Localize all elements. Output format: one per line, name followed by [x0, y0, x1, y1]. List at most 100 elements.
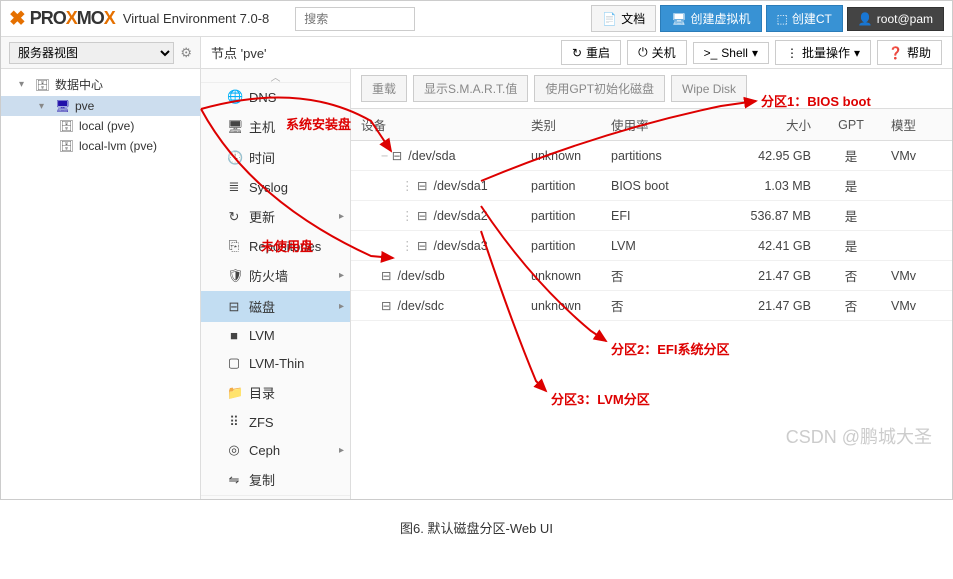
- nav-label: Repositories: [249, 239, 321, 254]
- cell-size: 21.47 GB: [691, 261, 821, 291]
- bulk-button[interactable]: ⋮ 批量操作 ▾: [775, 40, 871, 65]
- collapse-handle[interactable]: ︿: [201, 69, 350, 83]
- cell-usage: BIOS boot: [601, 171, 691, 201]
- create-ct-button[interactable]: ⬚ 创建CT: [766, 5, 843, 32]
- cell-gpt: 是: [821, 231, 881, 261]
- col-usage[interactable]: 使用率: [601, 109, 691, 141]
- nav-item-updates[interactable]: ↻更新▸: [201, 201, 350, 232]
- wipe-disk-button[interactable]: Wipe Disk: [671, 75, 747, 102]
- disk-icon: ⊟: [381, 299, 391, 313]
- docs-button[interactable]: 📄 文档: [591, 5, 656, 32]
- disk-row[interactable]: ⊟/dev/sdc unknown 否 21.47 GB 否 VMv: [351, 291, 952, 321]
- collapse-handle-bottom[interactable]: ﹀: [201, 495, 350, 499]
- chevron-icon: ▸: [339, 211, 344, 222]
- tree-storage-local[interactable]: 🗄 local (pve): [1, 116, 200, 136]
- cell-type: partition: [521, 171, 601, 201]
- disk-row[interactable]: ⊟/dev/sdb unknown 否 21.47 GB 否 VMv: [351, 261, 952, 291]
- node-label: pve: [75, 99, 94, 113]
- nav-item-hosts[interactable]: 🖥主机: [201, 111, 350, 142]
- dns-icon: 🌐: [227, 89, 241, 105]
- tree-line: ⋮: [401, 179, 417, 193]
- tree-storage-local-lvm[interactable]: 🗄local-lvm (pve): [1, 136, 200, 156]
- nav-label: 磁盘: [249, 297, 275, 316]
- col-model[interactable]: 模型: [881, 109, 952, 141]
- lvm-thin-icon: ▢: [227, 355, 241, 371]
- create-ct-label: 创建CT: [792, 10, 832, 27]
- cell-usage: LVM: [601, 231, 691, 261]
- cell-model: VMv: [881, 261, 952, 291]
- restart-button[interactable]: ↻ 重启: [561, 40, 621, 65]
- ceph-icon: ◎: [227, 442, 241, 458]
- col-device[interactable]: 设备: [351, 109, 521, 141]
- local-label: local (pve): [79, 119, 134, 133]
- search-input[interactable]: [295, 7, 415, 31]
- disk-row[interactable]: − ⊟/dev/sda unknown partitions 42.95 GB …: [351, 141, 952, 171]
- nav-item-lvm-thin[interactable]: ▢LVM-Thin: [201, 349, 350, 377]
- cell-type: unknown: [521, 261, 601, 291]
- create-vm-button[interactable]: 🖥 创建虚拟机: [660, 5, 761, 32]
- col-size[interactable]: 大小: [691, 109, 821, 141]
- nav-item-dns[interactable]: 🌐 DNS: [201, 83, 350, 111]
- tree-node-pve[interactable]: ▾🖥pve: [1, 96, 200, 116]
- nav-item-syslog[interactable]: ≣Syslog: [201, 173, 350, 201]
- firewall-icon: 🛡: [227, 268, 241, 284]
- toolbar-row: 服务器视图 ⚙ 节点 'pve' ↻ 重启 ⏻ 关机 >_ Shell ▾ ⋮ …: [1, 37, 952, 69]
- view-dropdown[interactable]: 服务器视图: [9, 42, 174, 64]
- version-label: Virtual Environment 7.0-8: [123, 11, 269, 26]
- nav-label: DNS: [249, 90, 276, 105]
- help-button[interactable]: ❓ 帮助: [877, 40, 942, 65]
- reload-button[interactable]: 重载: [361, 75, 407, 102]
- cell-device: ⋮ ⊟/dev/sda3: [351, 231, 521, 261]
- chevron-icon: ▸: [339, 445, 344, 456]
- nav-label: LVM: [249, 328, 275, 343]
- chevron-icon: ▸: [339, 270, 344, 281]
- col-type[interactable]: 类别: [521, 109, 601, 141]
- shell-button[interactable]: >_ Shell ▾: [693, 42, 769, 64]
- nav-label: 时间: [249, 148, 275, 167]
- disk-row[interactable]: ⋮ ⊟/dev/sda3 partition LVM 42.41 GB 是: [351, 231, 952, 261]
- nav-item-firewall[interactable]: 🛡防火墙▸: [201, 260, 350, 291]
- help-label: 帮助: [907, 44, 931, 61]
- nav-label: 更新: [249, 207, 275, 226]
- nav-item-time[interactable]: 🕓时间: [201, 142, 350, 173]
- local-lvm-label: local-lvm (pve): [79, 139, 157, 153]
- expand-icon: ▾: [19, 79, 29, 90]
- nav-item-directory[interactable]: 📁目录: [201, 377, 350, 408]
- disks-icon: ⊟: [227, 299, 241, 315]
- cell-model: [881, 201, 952, 231]
- smart-button[interactable]: 显示S.M.A.R.T.值: [413, 75, 528, 102]
- cell-type: partition: [521, 231, 601, 261]
- header-actions: 📄 文档 🖥 创建虚拟机 ⬚ 创建CT 👤 root@pam: [591, 5, 944, 32]
- tree-line: ⋮: [401, 239, 417, 253]
- nav-item-disks[interactable]: ⊟磁盘▸: [201, 291, 350, 322]
- nav-item-zfs[interactable]: ⠿ZFS: [201, 408, 350, 436]
- user-menu-button[interactable]: 👤 root@pam: [847, 7, 944, 31]
- storage-icon: 🗄: [59, 119, 73, 133]
- table-header-row: 设备 类别 使用率 大小 GPT 模型: [351, 109, 952, 141]
- disk-row[interactable]: ⋮ ⊟/dev/sda1 partition BIOS boot 1.03 MB…: [351, 171, 952, 201]
- gpt-init-button[interactable]: 使用GPT初始化磁盘: [534, 75, 665, 102]
- cell-size: 1.03 MB: [691, 171, 821, 201]
- node-icon: 🖥: [55, 99, 69, 113]
- cell-usage: 否: [601, 291, 691, 321]
- logo-icon: ✖: [9, 6, 26, 31]
- nav-item-replication[interactable]: ⇋复制: [201, 464, 350, 495]
- cell-size: 21.47 GB: [691, 291, 821, 321]
- cell-size: 42.95 GB: [691, 141, 821, 171]
- cell-usage: partitions: [601, 141, 691, 171]
- shutdown-label: 关机: [652, 44, 676, 61]
- col-gpt[interactable]: GPT: [821, 109, 881, 141]
- nav-item-lvm[interactable]: ■LVM: [201, 322, 350, 349]
- settings-icon[interactable]: ⚙: [180, 45, 192, 61]
- disk-row[interactable]: ⋮ ⊟/dev/sda2 partition EFI 536.87 MB 是: [351, 201, 952, 231]
- nav-item-repositories[interactable]: ⎘ Repositories: [201, 232, 350, 260]
- cell-device: ⊟/dev/sdb: [351, 261, 521, 291]
- repositories-icon: ⎘: [227, 238, 241, 254]
- cell-type: unknown: [521, 141, 601, 171]
- tree-datacenter[interactable]: ▾🗄数据中心: [1, 73, 200, 96]
- cell-gpt: 否: [821, 291, 881, 321]
- tree-line: ⋮: [401, 209, 417, 223]
- nav-item-ceph[interactable]: ◎Ceph▸: [201, 436, 350, 464]
- logo-brand: PROXMOX: [30, 8, 115, 29]
- shutdown-button[interactable]: ⏻ 关机: [627, 40, 687, 65]
